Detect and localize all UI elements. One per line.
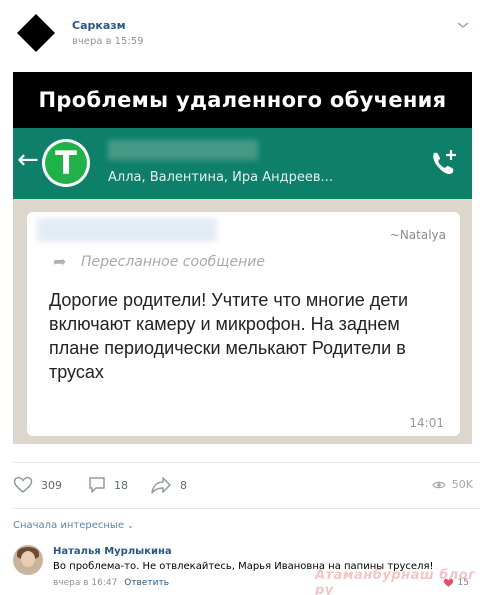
eye-icon — [432, 481, 446, 488]
heart-icon — [443, 578, 453, 587]
post-image[interactable]: Проблемы удаленного обучения ← T Алла, В… — [13, 72, 472, 444]
back-arrow-icon: ← — [17, 145, 39, 175]
post-time[interactable]: вчера в 15:59 — [72, 36, 144, 47]
chat-header: ← T Алла, Валентина, Ира Андреев... — [13, 128, 472, 199]
chat-avatar: T — [42, 139, 90, 187]
group-name-link[interactable]: Сарказм — [72, 19, 126, 32]
reply-button[interactable]: Ответить — [124, 578, 169, 588]
post-header: Сарказм вчера в 15:59 — [0, 0, 493, 62]
image-title: Проблемы удаленного обучения — [38, 88, 447, 112]
likes-count: 309 — [41, 478, 62, 492]
comments-count: 18 — [114, 478, 128, 492]
chat-background: ~Natalya ➦ Пересланное сообщение Дорогие… — [13, 199, 472, 444]
comment-button[interactable]: 18 — [88, 470, 128, 500]
comment-author-avatar[interactable] — [13, 545, 43, 575]
chevron-down-icon[interactable] — [456, 20, 470, 30]
divider — [13, 462, 480, 463]
forward-icon: ➦ — [53, 252, 67, 271]
add-call-icon — [433, 150, 456, 174]
comment-icon — [89, 477, 105, 493]
message-time: 14:01 — [409, 416, 444, 430]
share-button[interactable]: 8 — [150, 470, 187, 500]
views-count: 50K — [451, 478, 473, 491]
views: 50K — [432, 478, 473, 491]
comment-meta: вчера в 16:47 Ответить — [53, 578, 169, 588]
blurred-area — [37, 218, 217, 242]
share-icon — [151, 477, 171, 494]
comment-like-button[interactable]: 15 — [443, 578, 469, 588]
post-actions: 309 18 8 50K — [0, 470, 493, 500]
comment-likes-count: 15 — [457, 578, 469, 588]
group-avatar[interactable] — [17, 14, 55, 52]
blurred-chat-name — [108, 140, 258, 160]
comment-time[interactable]: вчера в 16:47 — [53, 578, 117, 588]
shares-count: 8 — [180, 478, 187, 492]
forwarded-label: Пересланное сообщение — [81, 254, 265, 270]
chat-members: Алла, Валентина, Ира Андреев... — [108, 170, 333, 185]
chevron-down-icon: ⌄ — [127, 521, 134, 530]
like-button[interactable]: 309 — [13, 470, 62, 500]
chat-avatar-letter: T — [45, 142, 87, 184]
message-text: Дорогие родители! Учтите что многие дети… — [49, 290, 409, 382]
divider — [13, 508, 480, 509]
comments-sort-dropdown[interactable]: Сначала интересные ⌄ — [13, 520, 134, 531]
message-bubble: ~Natalya ➦ Пересланное сообщение Дорогие… — [27, 212, 460, 436]
message-sender: ~Natalya — [389, 228, 446, 242]
comment-author[interactable]: Наталья Мурлыкина — [53, 546, 172, 557]
heart-icon — [13, 476, 33, 493]
sort-label: Сначала интересные — [13, 520, 124, 531]
